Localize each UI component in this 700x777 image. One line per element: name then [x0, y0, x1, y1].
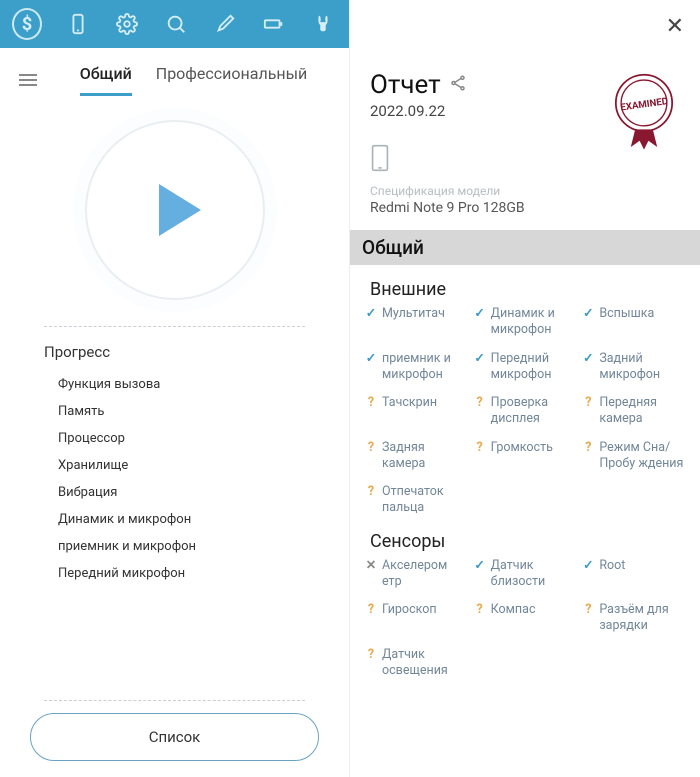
divider	[44, 326, 305, 327]
phone-outline-icon	[370, 144, 390, 176]
check-item[interactable]: ?Задняя камера	[364, 440, 469, 473]
left-pane: $ Общий	[0, 0, 350, 777]
play-area	[0, 96, 349, 318]
check-item[interactable]: ✓Передний микрофон	[473, 351, 578, 384]
brush-icon[interactable]	[206, 4, 245, 44]
check-item[interactable]: ?Тачскрин	[364, 395, 469, 428]
check-item[interactable]: ✓Вспышка	[581, 306, 686, 339]
check-item[interactable]: ?Гироскоп	[364, 602, 469, 635]
check-item[interactable]: ?Отпечаток пальца	[364, 484, 469, 517]
progress-title: Прогресс	[44, 343, 305, 361]
report-title: Отчет	[370, 70, 441, 100]
device-name: Redmi Note 9 Pro 128GB	[370, 200, 525, 216]
check-item[interactable]: ✓Мультитач	[364, 306, 469, 339]
subheader-sensors: Сенсоры	[350, 517, 700, 558]
subheader-external: Внешние	[350, 265, 700, 306]
check-item[interactable]: ✓Задний микрофон	[581, 351, 686, 384]
svg-text:EXAMINED: EXAMINED	[620, 96, 669, 114]
check-item[interactable]: ✓Датчик близости	[473, 558, 578, 591]
progress-item: Хранилище	[58, 452, 305, 479]
progress-item: приемник и микрофон	[58, 533, 305, 560]
gear-icon[interactable]	[107, 4, 146, 44]
search-icon[interactable]	[156, 4, 195, 44]
tab-general[interactable]: Общий	[80, 64, 132, 96]
topbar: $	[0, 0, 349, 48]
external-grid: ✓Мультитач✓Динамик и микрофон✓Вспышка ✓пр…	[350, 306, 700, 517]
right-pane: ✕ Отчет 2022.09.22 EXAMINED Спецификация…	[350, 0, 700, 777]
check-item[interactable]: ✓Root	[581, 558, 686, 591]
progress-item: Вибрация	[58, 479, 305, 506]
spec-label: Спецификация модели	[370, 184, 500, 198]
sensors-grid: ✕Акселером етр✓Датчик близости✓Root ?Гиро…	[350, 558, 700, 680]
progress-item: Передний микрофон	[58, 560, 305, 587]
list-button[interactable]: Список	[30, 713, 319, 761]
tab-professional[interactable]: Профессиональный	[156, 64, 307, 96]
share-icon[interactable]	[449, 74, 467, 96]
rabbit-icon[interactable]	[304, 4, 343, 44]
menu-icon[interactable]	[16, 68, 40, 92]
check-item[interactable]: ✓Динамик и микрофон	[473, 306, 578, 339]
tabs-row: Общий Профессиональный	[0, 48, 349, 96]
dollar-icon[interactable]: $	[12, 8, 42, 40]
phone-icon[interactable]	[58, 4, 97, 44]
check-item[interactable]: ✓приемник и микрофон	[364, 351, 469, 384]
divider	[44, 700, 305, 701]
play-button[interactable]	[85, 120, 265, 300]
progress-item: Функция вызова	[58, 371, 305, 398]
battery-icon[interactable]	[255, 4, 294, 44]
check-item[interactable]: ?Громкость	[473, 440, 578, 473]
progress-list: Функция вызоваПамятьПроцессорХранилищеВи…	[44, 371, 305, 587]
check-item[interactable]: ?Датчик освещения	[364, 647, 469, 680]
check-item[interactable]: ?Разъём для зарядки	[581, 602, 686, 635]
check-item[interactable]: ?Проверка дисплея	[473, 395, 578, 428]
progress-item: Память	[58, 398, 305, 425]
report-header: Отчет 2022.09.22 EXAMINED	[350, 0, 700, 130]
check-item[interactable]: ✕Акселером етр	[364, 558, 469, 591]
progress-item: Процессор	[58, 425, 305, 452]
play-icon	[159, 184, 201, 236]
section-bar-general: Общий	[350, 230, 700, 265]
check-item[interactable]: ?Передняя камера	[581, 395, 686, 428]
progress-item: Динамик и микрофон	[58, 506, 305, 533]
progress-block: Прогресс Функция вызоваПамятьПроцессорХр…	[0, 335, 349, 692]
check-item[interactable]: ?Компас	[473, 602, 578, 635]
check-item[interactable]: ?Режим Сна/ Пробу ждения	[581, 440, 686, 473]
examined-stamp: EXAMINED	[600, 66, 688, 154]
